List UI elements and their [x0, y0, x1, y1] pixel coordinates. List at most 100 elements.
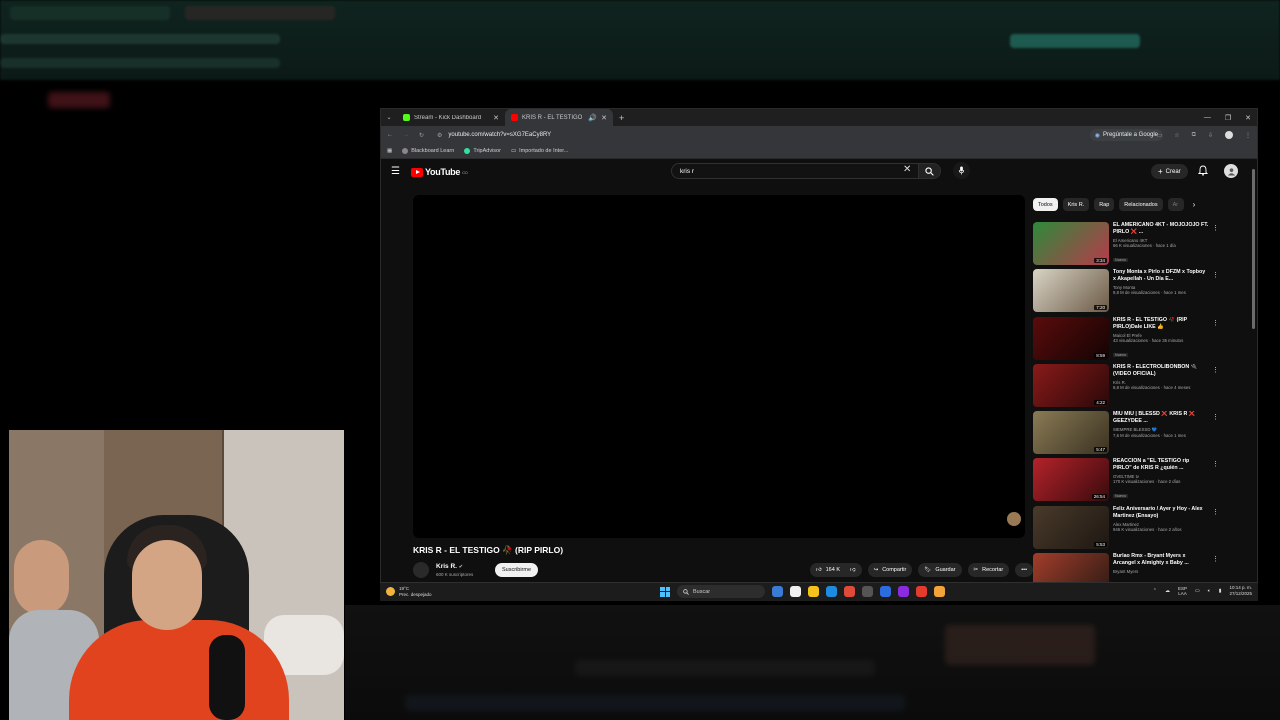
more-vertical-icon[interactable]: ⋮	[1212, 319, 1219, 327]
more-vertical-icon[interactable]: ⋮	[1212, 460, 1219, 468]
search-button[interactable]	[919, 163, 941, 179]
language-indicator[interactable]: ESP LAA	[1178, 586, 1187, 596]
bookmark-star-icon[interactable]: ☆	[1174, 132, 1179, 139]
taskbar-app-icon[interactable]	[862, 586, 873, 597]
close-tab-icon[interactable]: ✕	[601, 114, 607, 122]
chevron-right-icon[interactable]: ›	[1193, 200, 1196, 209]
new-tab-button[interactable]: +	[613, 113, 630, 123]
chevron-up-icon[interactable]: ⌃	[1153, 588, 1157, 594]
taskbar-search[interactable]: Buscar	[677, 585, 765, 598]
bookmark-tripadvisor[interactable]: TripAdvisor	[464, 148, 501, 154]
taskbar-app-icon[interactable]	[790, 586, 801, 597]
recommendation-item[interactable]: 8:59 KRIS R - EL TESTIGO 🥀 (RIP PIRLO)Dal…	[1033, 316, 1223, 364]
channel-name[interactable]: Kris R. ✔	[436, 563, 463, 570]
tab-kick[interactable]: Stream - Kick Dashboard ✕	[397, 109, 505, 126]
video-thumbnail[interactable]: 5:53	[1033, 505, 1109, 549]
video-thumbnail[interactable]: 5:47	[1033, 411, 1109, 455]
close-tab-icon[interactable]: ✕	[493, 114, 499, 122]
recommendation-title[interactable]: Feliz Aniversario / Ayer y Hoy - Alex Ma…	[1113, 506, 1209, 520]
recommendation-title[interactable]: MIU MIU | BLESSD ❌ KRIS R ❌ GEEZYDEE ...	[1113, 411, 1209, 425]
clock[interactable]: 10:14 p. m. 27/12/2025	[1229, 585, 1252, 596]
ask-google-button[interactable]: ◉ Pregúntale a Google	[1089, 129, 1163, 141]
recommendation-channel[interactable]: Bryant Myers	[1113, 569, 1209, 574]
recommendation-item[interactable]: 26:54 REACCION a "EL TESTIGO rip PIRLO" d…	[1033, 458, 1223, 505]
restore-icon[interactable]: ❐	[1225, 114, 1231, 122]
video-player[interactable]	[413, 195, 1025, 538]
audio-icon[interactable]: 🔊	[588, 114, 597, 122]
share-button[interactable]: ↪ Compartir	[867, 563, 913, 577]
thumbs-down-icon[interactable]: 👎︎	[850, 567, 856, 573]
taskbar-app-icon[interactable]	[844, 586, 855, 597]
scrollbar[interactable]	[1252, 169, 1255, 329]
more-actions-button[interactable]: •••	[1015, 563, 1033, 577]
taskbar-app-icon[interactable]	[916, 586, 927, 597]
chip-todos[interactable]: Todos	[1033, 198, 1058, 211]
recommendation-title[interactable]: Tony Monta x Pirlo x DFZM x Topboy x Aka…	[1113, 269, 1209, 283]
forward-icon[interactable]: →	[403, 132, 409, 138]
cast-icon[interactable]: ▭	[1157, 132, 1163, 139]
browser-menu-icon[interactable]: ⋮	[1245, 132, 1251, 139]
chip-ar[interactable]: Ar	[1167, 198, 1184, 211]
video-thumbnail[interactable]: 7:20	[1033, 269, 1109, 313]
back-icon[interactable]: ←	[387, 132, 393, 138]
weather-widget[interactable]: 19°C Prec. despejado	[386, 586, 432, 597]
create-button[interactable]: + Crear	[1151, 164, 1188, 179]
recommendation-title[interactable]: KRIS R - EL TESTIGO 🥀 (RIP PIRLO)Dale LI…	[1113, 317, 1209, 331]
chip-rap[interactable]: Rap	[1094, 198, 1115, 211]
apps-grid-icon[interactable]: ▦	[387, 148, 392, 154]
minimize-icon[interactable]: —	[1204, 114, 1211, 121]
tab-youtube[interactable]: KRIS R - EL TESTIGO 🥀 (RI 🔊 ✕	[505, 109, 613, 126]
subscribe-button[interactable]: Suscribirme	[495, 563, 539, 577]
recommendation-item[interactable]: 5:47 MIU MIU | BLESSD ❌ KRIS R ❌ GEEZYDEE…	[1033, 411, 1223, 458]
video-thumbnail[interactable]: 26:54	[1033, 458, 1109, 502]
recommendation-title[interactable]: REACCION a "EL TESTIGO rip PIRLO" de KRI…	[1113, 458, 1209, 472]
more-vertical-icon[interactable]: ⋮	[1212, 555, 1219, 563]
more-vertical-icon[interactable]: ⋮	[1212, 271, 1219, 279]
extensions-icon[interactable]: ⧉	[1192, 132, 1196, 139]
search-input[interactable]: kris r	[671, 163, 919, 179]
video-thumbnail[interactable]: 3:34	[1033, 222, 1109, 265]
video-thumbnail[interactable]: 4:22	[1033, 363, 1109, 407]
windows-start-icon[interactable]	[660, 586, 670, 597]
bookmark-blackboard[interactable]: Blackboard Learn	[402, 148, 454, 154]
like-button[interactable]: 👍︎ 164 K 👎︎	[809, 563, 862, 577]
tab-search-icon[interactable]: ⌄	[381, 114, 397, 121]
recommendation-title[interactable]: KRIS R - ELECTROLIBONBON 🔌 (VIDEO OFICIA…	[1113, 364, 1209, 378]
taskbar-app-icon[interactable]	[898, 586, 909, 597]
recommendation-title[interactable]: EL AMERICANO 4KT - MOJOJOJO FT. PIRLO ❌ …	[1113, 222, 1209, 236]
taskbar-app-icon[interactable]	[808, 586, 819, 597]
taskbar-app-icon[interactable]	[934, 586, 945, 597]
bookmark-imported[interactable]: ▭ Importado de Inter...	[511, 148, 568, 154]
youtube-logo[interactable]: YouTube CO	[411, 167, 468, 177]
clip-button[interactable]: ✂ Recortar	[967, 563, 1010, 577]
more-vertical-icon[interactable]: ⋮	[1212, 413, 1219, 421]
save-button[interactable]: 🔖︎ Guardar	[918, 563, 962, 577]
video-thumbnail[interactable]: 8:59	[1033, 316, 1109, 360]
downloads-icon[interactable]: ⇩	[1208, 132, 1213, 139]
channel-avatar[interactable]	[413, 562, 429, 578]
more-vertical-icon[interactable]: ⋮	[1212, 508, 1219, 516]
recommendation-item[interactable]: 4:22 KRIS R - ELECTROLIBONBON 🔌 (VIDEO OF…	[1033, 363, 1223, 411]
recommendation-title[interactable]: Burlao Rmx - Bryant Myers x Arcangel x A…	[1113, 553, 1209, 567]
taskbar-app-icon[interactable]	[826, 586, 837, 597]
chip-kris-r[interactable]: Kris R.	[1062, 198, 1090, 211]
cloud-icon[interactable]: ☁	[1165, 588, 1170, 594]
profile-icon[interactable]	[1225, 131, 1233, 139]
notifications-button[interactable]	[1198, 165, 1208, 176]
network-icon[interactable]: ▭	[1195, 588, 1200, 594]
chip-relacionados[interactable]: Relacionados	[1119, 198, 1163, 211]
clear-search-icon[interactable]: ✕	[903, 164, 911, 175]
battery-icon[interactable]: ▮	[1219, 588, 1222, 594]
recommendation-item[interactable]: 5:53 Feliz Aniversario / Ayer y Hoy - Ale…	[1033, 505, 1223, 553]
close-window-icon[interactable]: ✕	[1245, 114, 1251, 122]
recommendation-item[interactable]: 3:34 EL AMERICANO 4KT - MOJOJOJO FT. PIRL…	[1033, 222, 1223, 269]
more-vertical-icon[interactable]: ⋮	[1212, 366, 1219, 374]
more-vertical-icon[interactable]: ⋮	[1212, 224, 1219, 232]
taskbar-app-icon[interactable]	[880, 586, 891, 597]
url-field[interactable]: ⚙ youtube.com/watch?v=sXG7EaCy8RY	[437, 128, 1067, 142]
recommendation-item[interactable]: 7:20 Tony Monta x Pirlo x DFZM x Topboy x…	[1033, 269, 1223, 316]
account-avatar[interactable]	[1224, 164, 1238, 178]
site-info-icon[interactable]: ⚙	[437, 132, 442, 139]
reload-icon[interactable]: ↻	[419, 132, 424, 139]
voice-search-button[interactable]	[953, 162, 970, 179]
